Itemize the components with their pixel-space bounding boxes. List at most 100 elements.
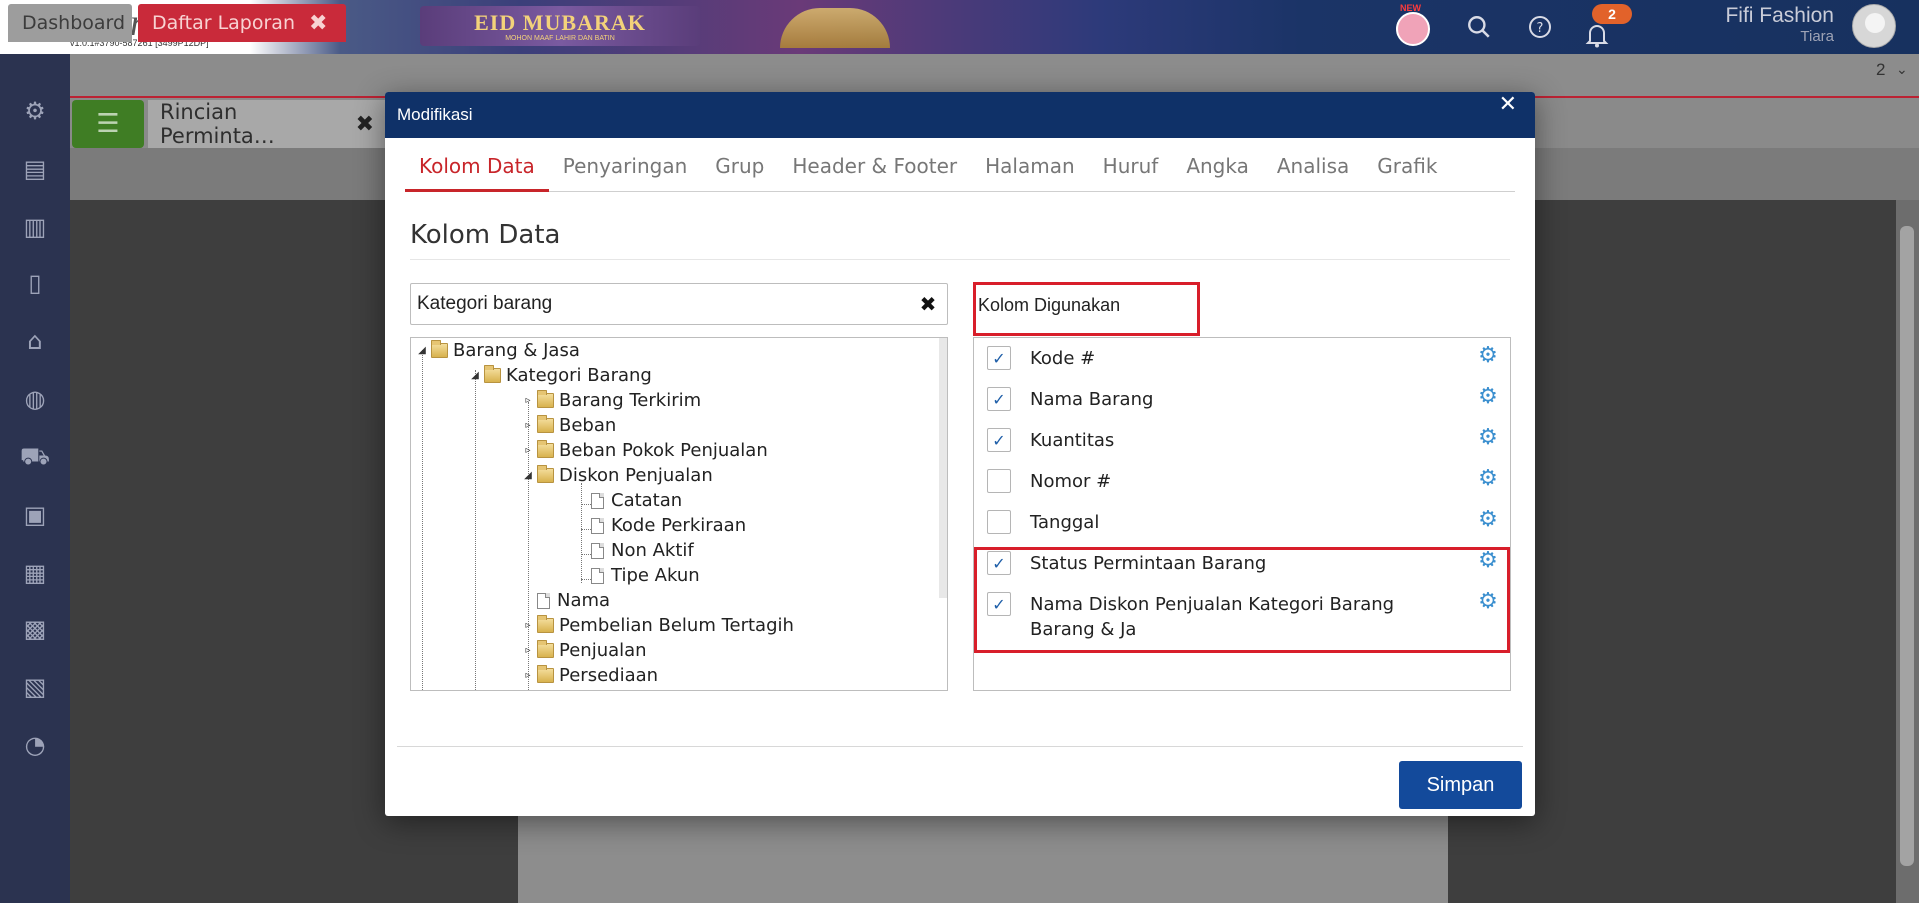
- column-checkbox[interactable]: ✓: [987, 387, 1011, 411]
- tab-rincian-permintaan[interactable]: Rincian Perminta… ✖: [148, 100, 386, 148]
- shopping-cart-icon[interactable]: ⛟: [16, 438, 54, 476]
- tree-node-nama[interactable]: Nama: [537, 588, 610, 613]
- available-columns-tree[interactable]: ◢ Barang & Jasa ◢ Kategori Barang ▹ Barang …: [410, 337, 948, 691]
- close-icon[interactable]: ✖: [356, 112, 374, 137]
- column-checkbox[interactable]: ✓: [987, 428, 1011, 452]
- report-chart-icon[interactable]: ◔: [16, 726, 54, 764]
- collapse-triangle-icon[interactable]: ◢: [417, 345, 427, 356]
- scrollbar-thumb[interactable]: [1900, 226, 1914, 866]
- expand-icon[interactable]: ▹: [523, 645, 533, 656]
- tree-node-beban[interactable]: ▹ Beban: [523, 413, 616, 438]
- tab-penyaringan[interactable]: Penyaringan: [549, 154, 702, 192]
- close-icon[interactable]: ✖: [309, 11, 327, 36]
- tree-node-kode-perkiraan[interactable]: Kode Perkiraan: [591, 513, 746, 538]
- expand-icon[interactable]: ▹: [523, 620, 533, 631]
- tree-node-persediaan[interactable]: ▹ Persediaan: [523, 663, 658, 688]
- tree-node-label: Barang Terkirim: [559, 390, 702, 411]
- column-checkbox[interactable]: ✓: [987, 592, 1011, 616]
- column-settings-gear-icon[interactable]: ⚙: [1476, 467, 1500, 491]
- factory-icon[interactable]: ▦: [16, 554, 54, 592]
- clear-search-icon[interactable]: ✖: [915, 286, 941, 322]
- tree-node-diskon-penjualan[interactable]: ◢ Diskon Penjualan: [523, 463, 713, 488]
- column-settings-gear-icon[interactable]: ⚙: [1476, 344, 1500, 368]
- tab-daftar-laporan[interactable]: Daftar Laporan ✖: [138, 4, 346, 42]
- tree-node-penjualan[interactable]: ▹ Penjualan: [523, 638, 647, 663]
- file-icon: [591, 542, 604, 559]
- column-settings-gear-icon[interactable]: ⚙: [1476, 508, 1500, 532]
- column-settings-gear-icon[interactable]: ⚙: [1476, 385, 1500, 409]
- file-icon: [591, 567, 604, 584]
- used-column-row[interactable]: Nomor # ⚙: [974, 461, 1512, 502]
- file-icon: [591, 492, 604, 509]
- tree-node-barang-terkirim[interactable]: ▹ Barang Terkirim: [523, 388, 701, 413]
- close-icon[interactable]: ✕: [1499, 92, 1517, 138]
- tree-node-label: Beban Pokok Penjualan: [559, 440, 768, 461]
- expand-icon[interactable]: ▹: [523, 445, 533, 456]
- building-icon[interactable]: ▥: [16, 208, 54, 246]
- tab-grup[interactable]: Grup: [701, 154, 778, 192]
- modifikasi-dialog: Modifikasi ✕ Kolom Data Penyaringan Grup…: [385, 92, 1535, 816]
- cash-register-icon[interactable]: ▤: [16, 150, 54, 188]
- tab-header-footer[interactable]: Header & Footer: [778, 154, 971, 192]
- used-column-label: Kuantitas: [1030, 430, 1115, 451]
- tree-node-label: Barang & Jasa: [453, 340, 580, 361]
- bell-icon[interactable]: [1580, 18, 1614, 52]
- open-tabs-count[interactable]: 2: [1876, 60, 1885, 80]
- column-checkbox[interactable]: [987, 510, 1011, 534]
- search-icon[interactable]: [1462, 10, 1496, 44]
- tab-halaman[interactable]: Halaman: [971, 154, 1089, 192]
- tree-node-barang-jasa[interactable]: ◢ Barang & Jasa: [417, 338, 580, 363]
- tree-node-non-aktif[interactable]: Non Aktif: [591, 538, 694, 563]
- tab-dashboard[interactable]: Dashboard: [8, 4, 132, 42]
- used-column-row[interactable]: ✓ Kuantitas ⚙: [974, 420, 1512, 461]
- collapse-triangle-icon[interactable]: ◢: [470, 370, 480, 381]
- user-avatar[interactable]: [1852, 4, 1896, 48]
- used-column-label: Nomor #: [1030, 471, 1112, 492]
- folder-icon: [537, 465, 554, 483]
- column-settings-gear-icon[interactable]: ⚙: [1476, 549, 1500, 573]
- tree-node-tipe-akun[interactable]: Tipe Akun: [591, 563, 700, 588]
- used-column-row[interactable]: ✓ Kode # ⚙: [974, 338, 1512, 379]
- tab-grafik[interactable]: Grafik: [1363, 154, 1451, 192]
- fixed-asset-icon[interactable]: ▩: [16, 610, 54, 648]
- settings-gear-icon[interactable]: ⚙: [16, 92, 54, 130]
- menu-list-icon[interactable]: ☰: [72, 100, 144, 148]
- tree-node-kategori-barang[interactable]: ◢ Kategori Barang: [470, 363, 652, 388]
- bank-icon[interactable]: ⌂: [16, 322, 54, 360]
- column-settings-gear-icon[interactable]: ⚙: [1476, 590, 1500, 614]
- tree-guide-line: [475, 370, 476, 690]
- tax-document-icon[interactable]: ▧: [16, 668, 54, 706]
- column-checkbox[interactable]: [987, 469, 1011, 493]
- inventory-cart-icon[interactable]: ▣: [16, 496, 54, 534]
- tab-kolom-data[interactable]: Kolom Data: [405, 154, 549, 192]
- ledger-book-icon[interactable]: ▯: [16, 264, 54, 302]
- column-checkbox[interactable]: ✓: [987, 551, 1011, 575]
- tree-node-pembelian-belum-tertagih[interactable]: ▹ Pembelian Belum Tertagih: [523, 613, 794, 638]
- tree-scrollbar[interactable]: [939, 338, 947, 598]
- user-name[interactable]: Fifi Fashion: [1722, 4, 1834, 28]
- used-column-row[interactable]: ✓ Status Permintaan Barang ⚙: [974, 543, 1512, 584]
- column-checkbox[interactable]: ✓: [987, 346, 1011, 370]
- column-search-input[interactable]: [410, 283, 948, 325]
- collapse-triangle-icon[interactable]: ◢: [523, 470, 533, 481]
- tab-analisa[interactable]: Analisa: [1263, 154, 1363, 192]
- used-column-row[interactable]: Tanggal ⚙: [974, 502, 1512, 543]
- column-settings-gear-icon[interactable]: ⚙: [1476, 426, 1500, 450]
- tree-node-catatan[interactable]: Catatan: [591, 488, 682, 513]
- folder-icon: [537, 640, 554, 658]
- banner-subtitle: MOHON MAAF LAHIR DAN BATIN: [505, 35, 615, 42]
- tab-huruf[interactable]: Huruf: [1089, 154, 1173, 192]
- help-icon[interactable]: ?: [1523, 10, 1557, 44]
- used-column-row[interactable]: ✓ Nama Diskon Penjualan Kategori Barang …: [974, 584, 1512, 644]
- chevron-down-icon[interactable]: ⌄: [1896, 62, 1908, 78]
- expand-icon[interactable]: ▹: [523, 420, 533, 431]
- save-button[interactable]: Simpan: [1399, 761, 1522, 809]
- tab-angka[interactable]: Angka: [1172, 154, 1263, 192]
- footer-divider: [397, 746, 1523, 747]
- money-bag-icon[interactable]: ◍: [16, 380, 54, 418]
- used-column-row[interactable]: ✓ Nama Barang ⚙: [974, 379, 1512, 420]
- expand-icon[interactable]: ▹: [523, 670, 533, 681]
- expand-icon[interactable]: ▹: [523, 395, 533, 406]
- new-feature-avatar-icon[interactable]: [1396, 12, 1430, 46]
- tree-node-beban-pokok-penjualan[interactable]: ▹ Beban Pokok Penjualan: [523, 438, 768, 463]
